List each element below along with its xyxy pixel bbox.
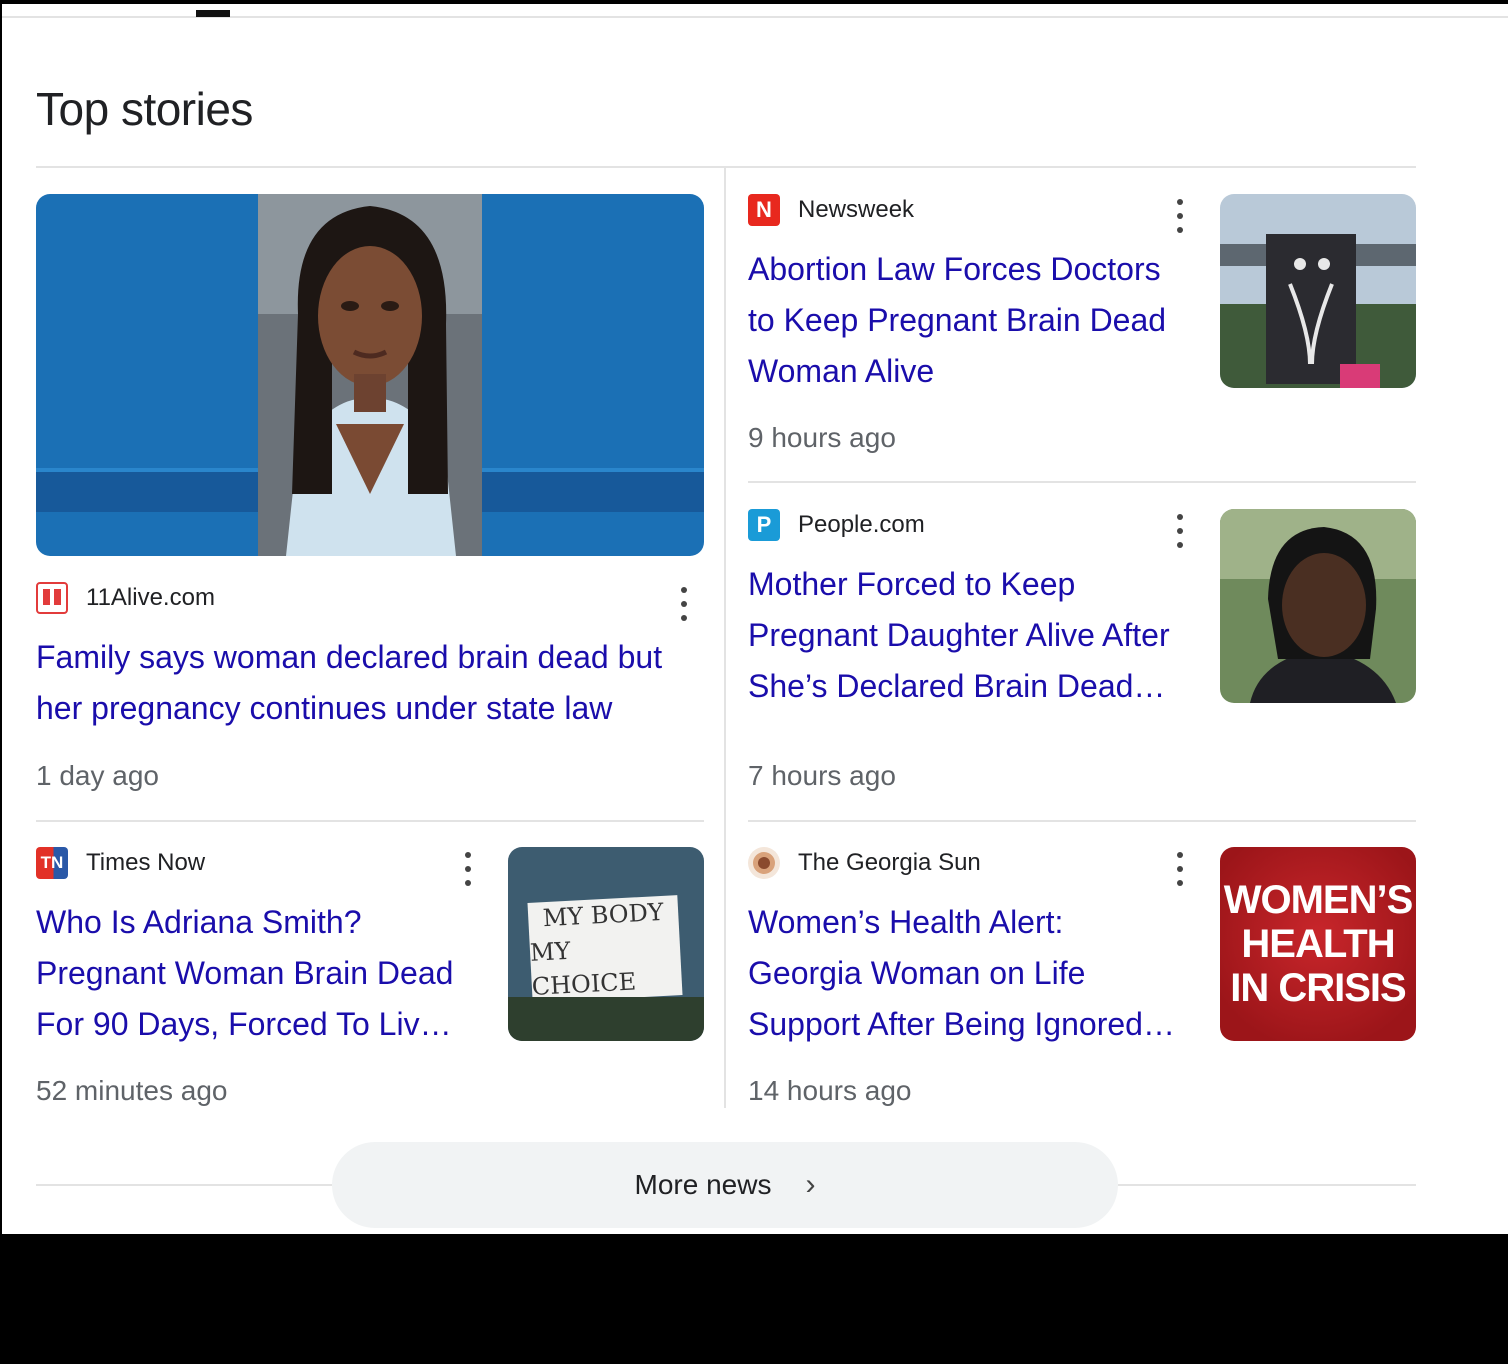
more-options-icon[interactable] (1175, 852, 1185, 886)
foliage (508, 997, 704, 1041)
story-divider (748, 481, 1416, 483)
headline-line: For 90 Days, Forced To Liv… (36, 1006, 452, 1042)
story-headline[interactable]: Abortion Law Forces Doctors to Keep Preg… (748, 244, 1198, 397)
story-timestamp: 7 hours ago (748, 760, 896, 791)
headline-line: She’s Declared Brain Dead… (748, 668, 1166, 704)
source-row: P People.com (748, 509, 925, 541)
headline-line: Woman Alive (748, 353, 935, 389)
people-logo-icon: P (748, 509, 780, 541)
column-divider (724, 166, 726, 1108)
story-headline[interactable]: Mother Forced to Keep Pregnant Daughter … (748, 559, 1208, 712)
source-name[interactable]: Times Now (86, 849, 205, 877)
more-news-label: More news (634, 1169, 772, 1200)
sign-text: MY BODY MY CHOICE (527, 895, 683, 1003)
headline-line: her pregnancy continues under state law (36, 690, 613, 726)
more-options-icon[interactable] (463, 852, 473, 886)
headline-line: Georgia Woman on Life (748, 955, 1086, 991)
story-headline[interactable]: Who Is Adriana Smith? Pregnant Woman Bra… (36, 897, 496, 1050)
image-text-line: HEALTH (1241, 922, 1395, 966)
section-title: Top stories (36, 83, 253, 135)
more-options-icon[interactable] (1175, 199, 1185, 233)
story-divider (36, 820, 704, 822)
story-headline[interactable]: Women’s Health Alert: Georgia Woman on L… (748, 897, 1218, 1050)
source-row: N Newsweek (748, 194, 914, 226)
headline-line: to Keep Pregnant Brain Dead (748, 302, 1167, 338)
timesnow-logo-icon: TN (36, 847, 68, 879)
story-image-womens-health-crisis[interactable]: WOMEN’S HEALTH IN CRISIS (1220, 847, 1416, 1041)
image-text-line: WOMEN’S (1223, 878, 1414, 922)
story-image-protest-bridge[interactable] (1220, 194, 1416, 388)
sign-line: MY CHOICE (529, 936, 637, 1001)
headline-line: Family says woman declared brain dead bu… (36, 639, 663, 675)
story-image-mother-interview[interactable] (1220, 509, 1416, 703)
more-news-button[interactable]: More news › (332, 1142, 1118, 1228)
source-row: TN Times Now (36, 847, 205, 879)
story-timestamp: 9 hours ago (748, 422, 896, 453)
georgiasun-logo-icon (748, 847, 780, 879)
source-name[interactable]: Newsweek (798, 196, 914, 224)
headline-line: Pregnant Woman Brain Dead (36, 955, 454, 991)
story-image-woman-portrait[interactable] (36, 194, 704, 556)
headline-line: Abortion Law Forces Doctors (748, 251, 1161, 287)
headline-line: Support After Being Ignored… (748, 1006, 1175, 1042)
more-options-icon[interactable] (679, 587, 689, 621)
story-timestamp: 14 hours ago (748, 1075, 912, 1106)
source-row: 11Alive.com (36, 582, 215, 614)
headline-line: Pregnant Daughter Alive After (748, 617, 1170, 653)
story-divider (748, 820, 1416, 822)
headline-line: Who Is Adriana Smith? (36, 904, 362, 940)
newsweek-logo-icon: N (748, 194, 780, 226)
source-name[interactable]: People.com (798, 511, 925, 539)
chevron-right-icon: › (805, 1168, 816, 1201)
headline-line: Women’s Health Alert: (748, 904, 1064, 940)
story-timestamp: 1 day ago (36, 760, 159, 791)
story-timestamp: 52 minutes ago (36, 1075, 228, 1106)
story-image-my-body-sign[interactable]: MY BODY MY CHOICE (508, 847, 704, 1041)
title-divider (36, 166, 1416, 168)
source-name[interactable]: 11Alive.com (86, 584, 215, 612)
story-headline[interactable]: Family says woman declared brain dead bu… (36, 632, 716, 734)
top-stories-panel: Top stories 11Alive.com Family says woma… (2, 0, 1508, 1234)
headline-line: Mother Forced to Keep (748, 566, 1076, 602)
scroll-indicator (196, 10, 230, 17)
more-options-icon[interactable] (1175, 514, 1185, 548)
source-row: The Georgia Sun (748, 847, 981, 879)
source-name[interactable]: The Georgia Sun (798, 849, 981, 877)
11alive-logo-icon (36, 582, 68, 614)
image-text-line: IN CRISIS (1230, 966, 1406, 1010)
